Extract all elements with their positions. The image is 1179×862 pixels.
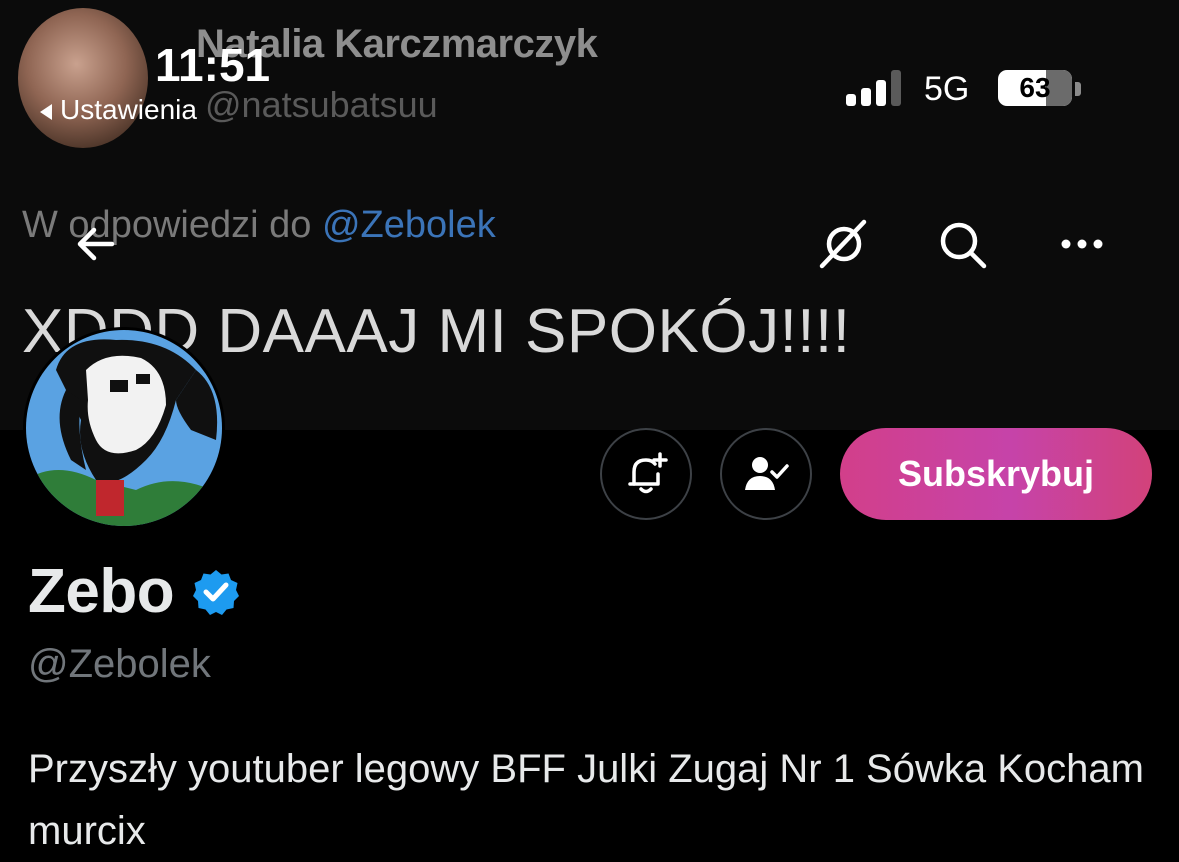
- battery-tip: [1075, 82, 1081, 96]
- back-app-label: Ustawienia: [60, 94, 197, 125]
- profile-name-row: Zebo: [28, 556, 240, 627]
- more-options-button[interactable]: [1052, 214, 1112, 274]
- grok-button[interactable]: [814, 214, 874, 274]
- profile-avatar[interactable]: [23, 327, 225, 529]
- back-button[interactable]: [66, 214, 126, 274]
- back-arrow-icon: [77, 227, 115, 261]
- network-type: 5G: [924, 70, 970, 108]
- back-to-app-link[interactable]: Ustawienia: [40, 94, 197, 126]
- grok-icon: [819, 219, 867, 269]
- bell-plus-icon: [628, 452, 668, 494]
- banner-avatar: [18, 8, 148, 148]
- avatar-image: [26, 330, 222, 526]
- profile-name: Zebo: [28, 557, 175, 626]
- profile-bio: Przyszły youtuber legowy BFF Julki Zugaj…: [28, 747, 1144, 853]
- verified-badge-icon[interactable]: [192, 568, 240, 616]
- search-button[interactable]: [932, 214, 992, 274]
- status-time: 11:51: [155, 39, 271, 91]
- more-icon: [1061, 239, 1103, 249]
- cellular-signal-icon: [846, 70, 906, 106]
- notifications-button[interactable]: [600, 428, 692, 520]
- battery-level: 63: [1019, 72, 1051, 103]
- user-check-icon: [745, 457, 789, 490]
- banner-reply-mention: @Zebolek: [321, 204, 496, 246]
- search-icon: [940, 222, 987, 269]
- profile-handle: @Zebolek: [28, 642, 211, 686]
- battery-icon: 63: [998, 70, 1072, 106]
- following-button[interactable]: [720, 428, 812, 520]
- back-triangle-icon: [40, 103, 52, 120]
- subscribe-button[interactable]: Subskrybuj: [840, 428, 1152, 520]
